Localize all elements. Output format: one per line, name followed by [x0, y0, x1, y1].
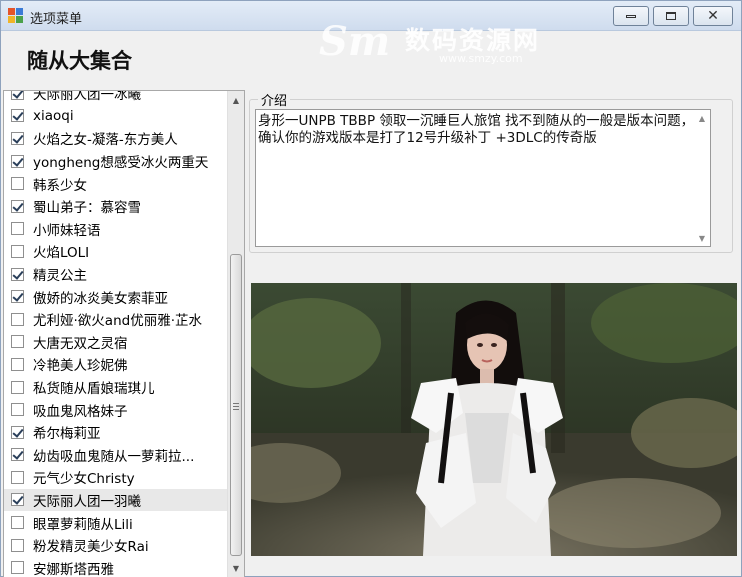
list-item-label: 大唐无双之灵宿	[33, 335, 128, 352]
app-icon	[8, 8, 24, 24]
close-icon: ✕	[707, 8, 719, 24]
grip-icon	[233, 403, 239, 410]
list-item-label: 傲娇的冰炎美女索菲亚	[33, 290, 168, 307]
list-item[interactable]: xiaoqi	[4, 105, 228, 128]
list-item-label: 尤利娅·欲火and优丽雅·芷水	[33, 313, 202, 330]
checkbox[interactable]	[11, 335, 24, 349]
list-item-label: 火焰LOLI	[33, 245, 90, 262]
minimize-icon	[626, 14, 636, 18]
list-item[interactable]: 精灵公主	[4, 263, 228, 286]
checkbox[interactable]	[11, 403, 24, 417]
checkbox[interactable]	[11, 448, 24, 462]
list-item-label: 粉发精灵美少女Rai	[33, 539, 149, 556]
companion-checklist[interactable]: 天际丽人团一冰曦 xiaoqi 火焰之女-凝落-东方美人 yongheng想感受冰火两…	[3, 90, 245, 577]
checkbox[interactable]	[11, 380, 24, 394]
list-item[interactable]: 粉发精灵美少女Rai	[4, 534, 228, 557]
list-item[interactable]: 天际丽人团一羽曦	[4, 488, 228, 512]
list-item[interactable]: 眼罩萝莉随从Lili	[4, 511, 228, 534]
checkbox[interactable]	[11, 177, 24, 191]
watermark-url: www.smzy.com	[439, 52, 523, 65]
companion-list-items: 天际丽人团一冰曦 xiaoqi 火焰之女-凝落-东方美人 yongheng想感受冰火两…	[4, 90, 228, 577]
scroll-down-icon[interactable]: ▼	[695, 231, 709, 245]
list-item-label: 元气少女Christy	[33, 471, 135, 488]
checkbox[interactable]	[11, 493, 24, 507]
checkbox[interactable]	[11, 131, 24, 145]
list-item[interactable]: 尤利娅·欲火and优丽雅·芷水	[4, 308, 228, 331]
list-item[interactable]: 元气少女Christy	[4, 466, 228, 489]
checkbox[interactable]	[11, 516, 24, 530]
watermark-logo: Sm	[319, 18, 391, 65]
scroll-down-icon[interactable]: ▼	[228, 560, 244, 576]
list-scrollbar[interactable]: ▲ ▼	[227, 91, 244, 577]
list-item-label: 眼罩萝莉随从Lili	[33, 516, 133, 533]
list-item-label: 希尔梅莉亚	[33, 426, 101, 443]
scroll-up-icon[interactable]: ▲	[228, 92, 244, 108]
app-window: 选项菜单 ✕ Sm 数码资源网 www.smzy.com 随从大集合 天际丽人团…	[0, 0, 742, 577]
list-item-label: 天际丽人团一冰曦	[33, 90, 141, 104]
list-item[interactable]: 私货随从盾娘瑞琪儿	[4, 376, 228, 399]
maximize-icon	[666, 12, 676, 20]
checkbox[interactable]	[11, 109, 24, 123]
intro-scrollbar[interactable]: ▲ ▼	[695, 111, 709, 245]
list-item-label: 冷艳美人珍妮佛	[33, 358, 128, 375]
checkbox[interactable]	[11, 222, 24, 236]
intro-text: 身形一UNPB TBBP 领取一沉睡巨人旅馆 找不到随从的一般是版本问题，确认你…	[258, 113, 695, 146]
checkbox[interactable]	[11, 244, 24, 258]
close-button[interactable]: ✕	[693, 6, 733, 26]
list-item[interactable]: 火焰LOLI	[4, 240, 228, 263]
checkbox[interactable]	[11, 290, 24, 304]
scroll-thumb[interactable]	[230, 254, 242, 556]
list-item-label: 私货随从盾娘瑞琪儿	[33, 381, 155, 398]
checkbox[interactable]	[11, 470, 24, 484]
intro-legend: 介绍	[258, 90, 291, 109]
scroll-up-icon[interactable]: ▲	[695, 111, 709, 125]
checkbox[interactable]	[11, 357, 24, 371]
list-item[interactable]: 希尔梅莉亚	[4, 421, 228, 444]
list-item[interactable]: 吸血鬼风格妹子	[4, 398, 228, 421]
list-item[interactable]: 幼齿吸血鬼随从一萝莉拉...	[4, 444, 228, 467]
list-item-label: 精灵公主	[33, 268, 87, 285]
list-item-label: 蜀山弟子：慕容雪	[33, 200, 141, 217]
list-item-label: 小师妹轻语	[33, 222, 101, 239]
checkbox[interactable]	[11, 538, 24, 552]
maximize-button[interactable]	[653, 6, 689, 26]
list-item-label: 吸血鬼风格妹子	[33, 403, 128, 420]
list-item-label: yongheng想感受冰火两重天	[33, 155, 209, 172]
list-item-label: 安娜斯塔西雅	[33, 561, 114, 577]
list-item-label: xiaoqi	[33, 107, 74, 124]
list-item[interactable]: 蜀山弟子：慕容雪	[4, 195, 228, 218]
list-item-label: 天际丽人团一羽曦	[33, 493, 141, 510]
checkbox[interactable]	[11, 561, 24, 575]
list-item-label: 幼齿吸血鬼随从一萝莉拉...	[33, 448, 195, 465]
checkbox[interactable]	[11, 199, 24, 213]
list-item[interactable]: 安娜斯塔西雅	[4, 556, 228, 577]
window-title: 选项菜单	[30, 12, 83, 27]
list-item[interactable]: 韩系少女	[4, 172, 228, 195]
list-item[interactable]: 火焰之女-凝落-东方美人	[4, 127, 228, 150]
checkbox[interactable]	[11, 91, 24, 100]
preview-illustration	[251, 283, 737, 556]
watermark: Sm 数码资源网 www.smzy.com	[319, 19, 569, 69]
companion-preview-image	[251, 283, 737, 556]
list-item[interactable]: 大唐无双之灵宿	[4, 331, 228, 354]
list-item-label: 火焰之女-凝落-东方美人	[33, 132, 178, 149]
checkbox[interactable]	[11, 312, 24, 326]
page-title: 随从大集合	[27, 49, 132, 73]
checkbox[interactable]	[11, 425, 24, 439]
list-item[interactable]: yongheng想感受冰火两重天	[4, 150, 228, 173]
list-item[interactable]: 冷艳美人珍妮佛	[4, 353, 228, 376]
intro-textbox[interactable]: 身形一UNPB TBBP 领取一沉睡巨人旅馆 找不到随从的一般是版本问题，确认你…	[255, 109, 711, 247]
checkbox[interactable]	[11, 154, 24, 168]
list-item[interactable]: 小师妹轻语	[4, 218, 228, 241]
list-item-label: 韩系少女	[33, 177, 87, 194]
list-item[interactable]: 天际丽人团一冰曦	[4, 90, 228, 105]
list-item[interactable]: 傲娇的冰炎美女索菲亚	[4, 285, 228, 308]
checkbox[interactable]	[11, 267, 24, 281]
minimize-button[interactable]	[613, 6, 649, 26]
